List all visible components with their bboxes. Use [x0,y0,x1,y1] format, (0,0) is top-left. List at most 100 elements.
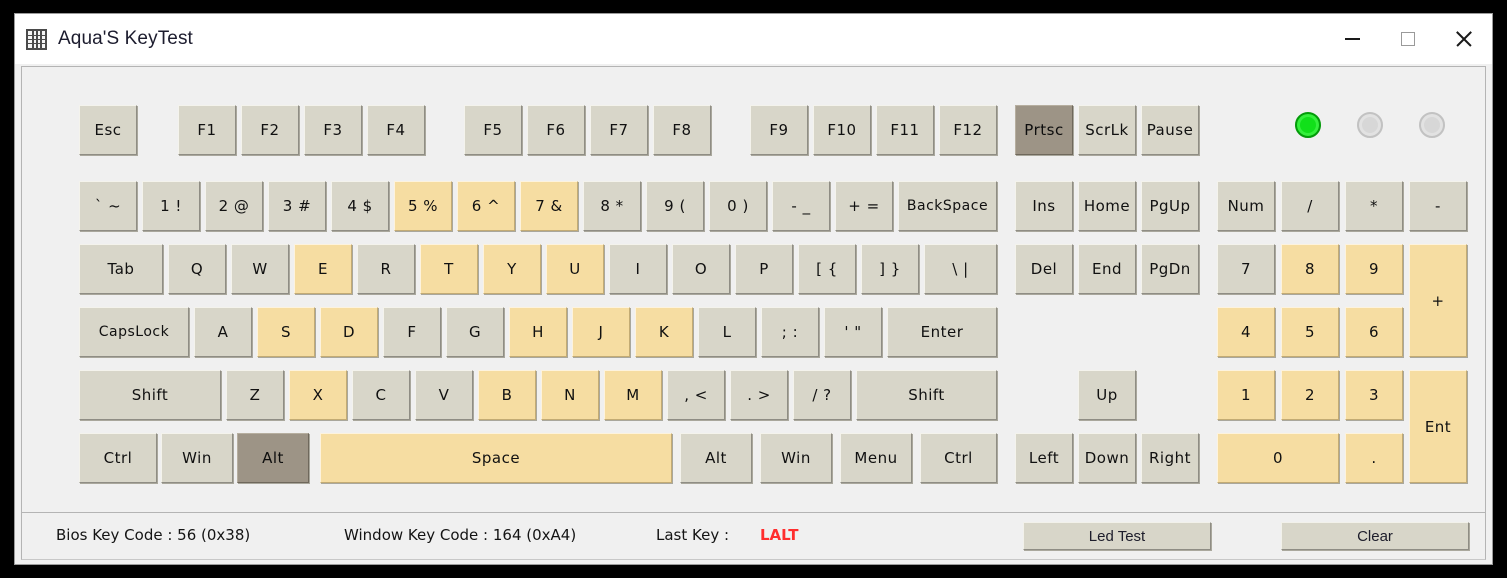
led-test-button[interactable]: Led Test [1023,522,1211,550]
key-i[interactable]: I [609,244,667,294]
key-shift[interactable]: Shift [856,370,997,420]
key-m[interactable]: M [604,370,662,420]
key-num[interactable]: Num [1217,181,1275,231]
key-5[interactable]: 5 % [394,181,452,231]
key-f11[interactable]: F11 [876,105,934,155]
key-left[interactable]: Left [1015,433,1073,483]
clear-button[interactable]: Clear [1281,522,1469,550]
key-f4[interactable]: F4 [367,105,425,155]
key-del[interactable]: Del [1015,244,1073,294]
key-k[interactable]: K [635,307,693,357]
key-u[interactable]: U [546,244,604,294]
key-f2[interactable]: F2 [241,105,299,155]
key-o[interactable]: O [672,244,730,294]
key-pgdn[interactable]: PgDn [1141,244,1199,294]
key-8[interactable]: 8 * [583,181,641,231]
key-[interactable]: . [1345,433,1403,483]
key-[interactable]: - _ [772,181,830,231]
key-[interactable]: ] } [861,244,919,294]
key-pause[interactable]: Pause [1141,105,1199,155]
key-0[interactable]: 0 ) [709,181,767,231]
key-2[interactable]: 2 @ [205,181,263,231]
key-win[interactable]: Win [161,433,233,483]
key-f[interactable]: F [383,307,441,357]
key-ent[interactable]: Ent [1409,370,1467,483]
key-4[interactable]: 4 [1217,307,1275,357]
key-1[interactable]: 1 ! [142,181,200,231]
key-capslock[interactable]: CapsLock [79,307,189,357]
key-4[interactable]: 4 $ [331,181,389,231]
key-y[interactable]: Y [483,244,541,294]
key-p[interactable]: P [735,244,793,294]
key-2[interactable]: 2 [1281,370,1339,420]
key-esc[interactable]: Esc [79,105,137,155]
key-t[interactable]: T [420,244,478,294]
key-win[interactable]: Win [760,433,832,483]
minimize-button[interactable] [1324,14,1380,64]
key-scrlk[interactable]: ScrLk [1078,105,1136,155]
key-[interactable]: ` ~ [79,181,137,231]
key-f8[interactable]: F8 [653,105,711,155]
key-1[interactable]: 1 [1217,370,1275,420]
key-[interactable]: ; : [761,307,819,357]
key-f9[interactable]: F9 [750,105,808,155]
key-6[interactable]: 6 ^ [457,181,515,231]
key-[interactable]: . > [730,370,788,420]
key-prtsc[interactable]: Prtsc [1015,105,1073,155]
key-v[interactable]: V [415,370,473,420]
key-e[interactable]: E [294,244,352,294]
key-0[interactable]: 0 [1217,433,1339,483]
key-3[interactable]: 3 # [268,181,326,231]
key-[interactable]: + [1409,244,1467,357]
key-c[interactable]: C [352,370,410,420]
key-backspace[interactable]: BackSpace [898,181,997,231]
key-3[interactable]: 3 [1345,370,1403,420]
key-7[interactable]: 7 [1217,244,1275,294]
key-7[interactable]: 7 & [520,181,578,231]
key-alt[interactable]: Alt [237,433,309,483]
key-menu[interactable]: Menu [840,433,912,483]
key-tab[interactable]: Tab [79,244,163,294]
key-right[interactable]: Right [1141,433,1199,483]
key-down[interactable]: Down [1078,433,1136,483]
key-f1[interactable]: F1 [178,105,236,155]
key-ctrl[interactable]: Ctrl [920,433,997,483]
key-[interactable]: * [1345,181,1403,231]
key-f5[interactable]: F5 [464,105,522,155]
key-z[interactable]: Z [226,370,284,420]
key-up[interactable]: Up [1078,370,1136,420]
key-ctrl[interactable]: Ctrl [79,433,157,483]
key-a[interactable]: A [194,307,252,357]
key-f3[interactable]: F3 [304,105,362,155]
key-n[interactable]: N [541,370,599,420]
key-[interactable]: , < [667,370,725,420]
key-[interactable]: \ | [924,244,997,294]
key-9[interactable]: 9 ( [646,181,704,231]
key-enter[interactable]: Enter [887,307,997,357]
key-g[interactable]: G [446,307,504,357]
key-alt[interactable]: Alt [680,433,752,483]
key-x[interactable]: X [289,370,347,420]
key-[interactable]: ' " [824,307,882,357]
key-j[interactable]: J [572,307,630,357]
key-d[interactable]: D [320,307,378,357]
key-b[interactable]: B [478,370,536,420]
key-h[interactable]: H [509,307,567,357]
key-pgup[interactable]: PgUp [1141,181,1199,231]
key-shift[interactable]: Shift [79,370,221,420]
key-6[interactable]: 6 [1345,307,1403,357]
key-[interactable]: / [1281,181,1339,231]
key-r[interactable]: R [357,244,415,294]
key-f12[interactable]: F12 [939,105,997,155]
key-ins[interactable]: Ins [1015,181,1073,231]
key-s[interactable]: S [257,307,315,357]
key-f6[interactable]: F6 [527,105,585,155]
key-q[interactable]: Q [168,244,226,294]
key-[interactable]: + = [835,181,893,231]
key-end[interactable]: End [1078,244,1136,294]
key-f7[interactable]: F7 [590,105,648,155]
key-[interactable]: [ { [798,244,856,294]
key-space[interactable]: Space [320,433,672,483]
key-f10[interactable]: F10 [813,105,871,155]
key-l[interactable]: L [698,307,756,357]
